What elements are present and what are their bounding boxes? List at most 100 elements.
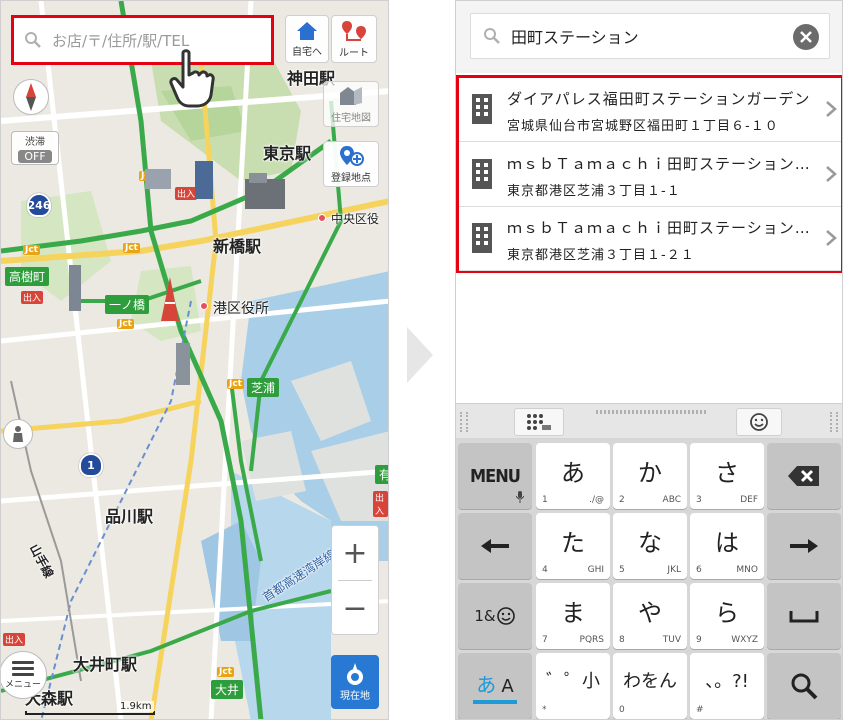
zoom-in-button[interactable]: +: [332, 526, 378, 580]
chevron-right-icon: [826, 230, 837, 246]
zoom-out-button[interactable]: −: [332, 581, 378, 635]
exit-tag: 出入: [373, 491, 388, 517]
register-pin-icon: [340, 145, 364, 166]
menu-key[interactable]: MENU: [458, 443, 532, 509]
key-na[interactable]: な 5 JKL: [613, 513, 687, 579]
home-icon: [297, 21, 317, 40]
key-ha[interactable]: は 6 MNO: [690, 513, 764, 579]
result-name: ｍｓｂＴａｍａｃｈｉ田町ステーションタワーＮ: [507, 219, 817, 237]
home-button[interactable]: 自宅へ: [285, 15, 329, 63]
zoom-controls: + −: [331, 525, 379, 635]
label-shimbashi-station: 新橋駅: [213, 237, 262, 256]
route-shield-246: 246: [27, 193, 51, 217]
cursor-right-key[interactable]: [767, 513, 841, 579]
keyboard-layout-button[interactable]: [514, 408, 564, 436]
house-map-icon: [340, 86, 362, 105]
key-wa[interactable]: わをん 0: [613, 653, 687, 719]
key-ma[interactable]: ま 7 PQRS: [536, 583, 610, 649]
route-button[interactable]: ルート: [331, 15, 377, 63]
skyscraper-icon: [176, 343, 190, 385]
cursor-left-key[interactable]: [458, 513, 532, 579]
hand-pointer-icon: [169, 49, 215, 108]
search-key[interactable]: [767, 653, 841, 719]
route-shield-1: 1: [79, 453, 103, 477]
key-ra[interactable]: ら 9 WXYZ: [690, 583, 764, 649]
jct-tag: Jct: [217, 667, 234, 677]
key-punctuation[interactable]: 、。?! #: [690, 653, 764, 719]
emoji-toolbar-button[interactable]: [736, 408, 782, 436]
search-icon: [791, 673, 818, 700]
building-icon: [472, 159, 492, 189]
tag-takagicho: 高樹町: [5, 267, 50, 286]
result-address: 宮城県仙台市宮城野区福田町１丁目６‐１０: [507, 119, 779, 134]
map-search-placeholder: お店/〒/住所/駅/TEL: [52, 31, 190, 50]
poi-dot-minato: [200, 302, 208, 310]
results-list: ダイアパレス福田町ステーションガーデン 宮城県仙台市宮城野区福田町１丁目６‐１０…: [456, 73, 842, 403]
register-point-button[interactable]: 登録地点: [323, 141, 379, 187]
search-input[interactable]: 田町ステーション: [470, 13, 830, 59]
result-address: 東京都港区芝浦３丁目１‐２１: [507, 248, 695, 263]
search-input-value: 田町ステーション: [511, 28, 639, 47]
search-screen: 田町ステーション ダイアパレス福田町ステーションガーデン 宮城県仙台市宮城野区福…: [455, 0, 843, 720]
building-icon: [472, 223, 492, 253]
route-icon: [342, 20, 366, 41]
symbol-key[interactable]: 1&: [458, 583, 532, 649]
exit-tag: 出入: [3, 633, 26, 646]
result-item[interactable]: ｍｓｂＴａｍａｃｈｉ田町ステーションタワーＮ 東京都港区芝浦３丁目１‐２１: [459, 207, 841, 271]
search-header: 田町ステーション: [456, 1, 842, 71]
traffic-state-badge: OFF: [18, 150, 52, 163]
result-name: ｍｓｂＴａｍａｃｈｉ田町ステーションタワーＳ: [507, 155, 817, 173]
input-mode-key[interactable]: あ A: [458, 653, 532, 719]
jct-tag: Jct: [23, 245, 40, 255]
chevron-right-icon: [826, 101, 837, 117]
map-search-box[interactable]: お店/〒/住所/駅/TEL: [11, 15, 274, 65]
result-address: 東京都港区芝浦３丁目１‐１: [507, 184, 681, 199]
microphone-icon: [516, 491, 524, 503]
poi-dot-chuo: [318, 214, 326, 222]
arrow-left-icon: [481, 539, 509, 553]
hamburger-icon: [12, 660, 34, 676]
scale-label: 1.9km: [117, 701, 155, 712]
tag-ari: 有: [375, 465, 388, 484]
key-ya[interactable]: や 8 TUV: [613, 583, 687, 649]
label-shinagawa-station: 品川駅: [105, 507, 154, 526]
home-map-button[interactable]: 住宅地図: [323, 81, 379, 127]
pegman-icon: [13, 426, 23, 442]
result-item[interactable]: ｍｓｂＴａｍａｃｈｉ田町ステーションタワーＳ 東京都港区芝浦３丁目１‐１: [459, 143, 841, 207]
tower-building-icon: [69, 265, 81, 311]
key-ka[interactable]: か 2 ABC: [613, 443, 687, 509]
backspace-key[interactable]: [767, 443, 841, 509]
clear-search-button[interactable]: [793, 24, 819, 50]
jct-tag: Jct: [123, 243, 140, 253]
flick-keyboard: MENU あ 1 ./@ か 2 ABC さ 3 DEF た 4 GHI な 5…: [456, 439, 842, 719]
tag-ichinohashi: 一ノ橋: [105, 295, 150, 314]
map-view[interactable]: 神田駅 東京駅 新橋駅 港区役所 中央区役 品川駅 大井町駅 大森駅 山手線 首…: [0, 0, 389, 720]
search-icon: [25, 32, 41, 48]
arrow-right-icon: [790, 539, 818, 553]
pegman-button[interactable]: [3, 419, 33, 449]
key-sa[interactable]: さ 3 DEF: [690, 443, 764, 509]
key-dakuten[interactable]: ゛゜小 *: [536, 653, 610, 719]
key-ta[interactable]: た 4 GHI: [536, 513, 610, 579]
location-marker-icon: [347, 662, 363, 685]
result-item[interactable]: ダイアパレス福田町ステーションガーデン 宮城県仙台市宮城野区福田町１丁目６‐１０: [459, 78, 841, 142]
current-location-button[interactable]: 現在地: [331, 655, 379, 709]
jct-tag: Jct: [227, 379, 244, 389]
key-a[interactable]: あ 1 ./@: [536, 443, 610, 509]
compass-needle-icon: [26, 83, 36, 111]
building-icons: [145, 161, 285, 209]
close-icon: [800, 31, 812, 43]
space-key[interactable]: [767, 583, 841, 649]
transition-arrow-icon: [407, 327, 433, 383]
keyboard-toolbar: [456, 403, 842, 439]
label-minato-office: 港区役所: [213, 301, 269, 317]
compass-button[interactable]: [13, 79, 49, 115]
tag-ooi: 大井: [211, 680, 244, 699]
tag-shibaura: 芝浦: [247, 378, 280, 397]
menu-button[interactable]: メニュー: [1, 651, 47, 699]
result-name: ダイアパレス福田町ステーションガーデン: [507, 90, 811, 108]
label-oimachi-station: 大井町駅: [73, 655, 138, 674]
traffic-toggle[interactable]: 渋滞 OFF: [11, 131, 59, 165]
search-icon: [484, 28, 500, 44]
smiley-icon: [496, 607, 515, 625]
